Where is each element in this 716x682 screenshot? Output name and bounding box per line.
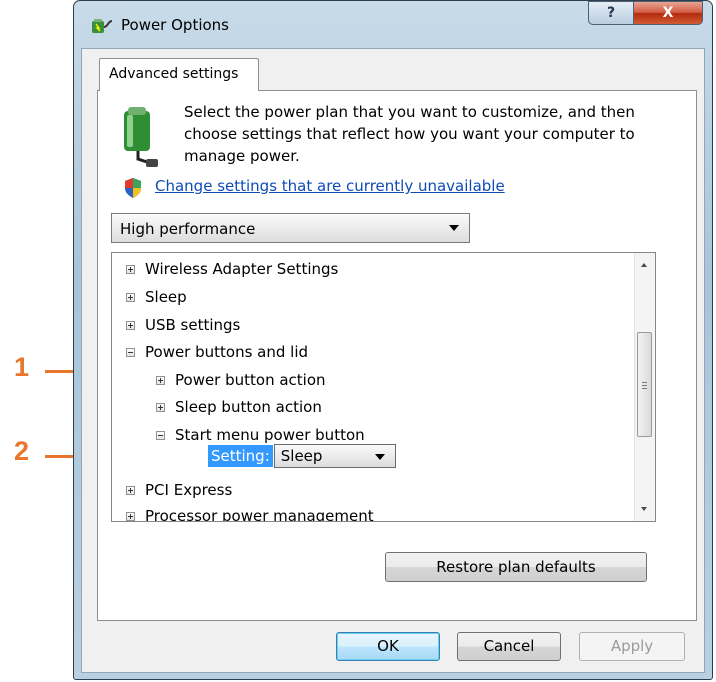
chevron-down-icon <box>374 454 385 460</box>
uac-shield-icon <box>125 178 141 198</box>
tree-item-label: Power button action <box>175 371 326 389</box>
setting-value: Sleep <box>280 447 323 465</box>
tree-item-power-buttons-and-lid[interactable]: Power buttons and lid <box>126 343 308 361</box>
window-title: Power Options <box>121 16 229 34</box>
scroll-thumb[interactable] <box>637 332 652 437</box>
title-bar[interactable]: Power Options ? X <box>74 1 712 49</box>
tree-item-label: Power buttons and lid <box>145 343 309 361</box>
change-settings-link[interactable]: Change settings that are currently unava… <box>155 177 505 195</box>
cancel-button[interactable]: Cancel <box>457 632 561 661</box>
scroll-down-icon[interactable] <box>641 507 647 511</box>
expand-icon[interactable] <box>126 264 135 274</box>
expand-icon[interactable] <box>156 375 165 385</box>
tab-advanced-settings[interactable]: Advanced settings <box>99 58 259 91</box>
settings-tree[interactable]: Wireless Adapter Settings Sleep USB sett… <box>111 252 656 522</box>
callout-1: 1 <box>14 352 30 382</box>
expand-icon[interactable] <box>126 292 135 302</box>
chevron-down-icon <box>449 225 459 231</box>
dialog-client-area: Advanced settings Select the power plan … <box>81 48 705 673</box>
tree-item-start-menu-power-button[interactable]: Start menu power button <box>156 426 365 444</box>
expand-icon[interactable] <box>156 402 165 412</box>
power-options-window: Power Options ? X Advanced settings Sele… <box>73 0 713 680</box>
tree-item-processor-power-management[interactable]: Processor power management <box>126 507 374 522</box>
grip-line <box>642 388 647 389</box>
tree-item-sleep[interactable]: Sleep <box>126 288 187 306</box>
tree-item-label: Wireless Adapter Settings <box>145 260 339 278</box>
power-plug-icon <box>92 19 113 33</box>
callout-2: 2 <box>14 436 30 466</box>
tree-item-label: Processor power management <box>145 507 374 522</box>
grip-line <box>642 385 647 386</box>
power-plan-value: High performance <box>120 220 256 238</box>
expand-icon[interactable] <box>126 511 135 521</box>
collapse-icon[interactable] <box>156 430 165 440</box>
power-plan-dropdown[interactable]: High performance <box>111 213 470 243</box>
scroll-up-icon[interactable] <box>641 263 647 267</box>
tree-item-label: Sleep <box>145 288 187 306</box>
apply-button[interactable]: Apply <box>579 632 685 661</box>
vertical-scrollbar[interactable] <box>634 253 655 521</box>
tree-item-wireless-adapter-settings[interactable]: Wireless Adapter Settings <box>126 260 338 278</box>
restore-plan-defaults-button[interactable]: Restore plan defaults <box>385 552 647 582</box>
tree-item-label: Sleep button action <box>175 398 322 416</box>
help-button[interactable]: ? <box>588 1 634 25</box>
expand-icon[interactable] <box>126 320 135 330</box>
advanced-settings-panel: Select the power plan that you want to c… <box>97 90 697 621</box>
expand-icon[interactable] <box>126 485 135 495</box>
collapse-icon[interactable] <box>126 347 135 357</box>
tree-item-power-button-action[interactable]: Power button action <box>156 371 326 389</box>
start-menu-power-button-setting: Setting: Sleep <box>208 444 396 468</box>
tree-item-label: PCI Express <box>145 481 233 499</box>
tree-item-label: Start menu power button <box>175 426 365 444</box>
ok-button[interactable]: OK <box>336 632 440 661</box>
setting-dropdown[interactable]: Sleep <box>273 444 396 468</box>
tree-item-sleep-button-action[interactable]: Sleep button action <box>156 398 322 416</box>
description-text: Select the power plan that you want to c… <box>184 103 635 165</box>
close-button[interactable]: X <box>633 1 703 25</box>
setting-label: Setting: <box>208 445 273 467</box>
tree-item-label: USB settings <box>145 316 241 334</box>
tree-item-pci-express[interactable]: PCI Express <box>126 481 232 499</box>
battery-icon <box>124 107 158 167</box>
grip-line <box>642 382 647 383</box>
tree-item-usb-settings[interactable]: USB settings <box>126 316 240 334</box>
